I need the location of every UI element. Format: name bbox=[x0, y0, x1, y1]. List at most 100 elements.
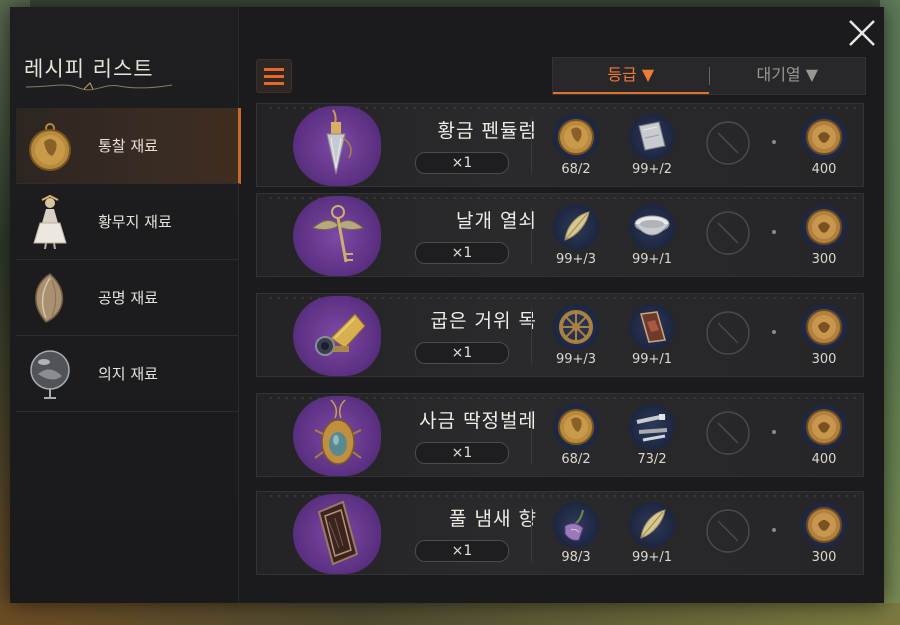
cost-slot: 400 bbox=[795, 110, 853, 186]
gold-coin-icon bbox=[558, 119, 594, 155]
separator-dot bbox=[772, 430, 776, 434]
cost-count: 300 bbox=[811, 352, 837, 367]
recipe-name: 풀 냄새 향 bbox=[449, 508, 537, 530]
recipe-row[interactable]: 황금 펜듈럼 ×1 68/2 99+/2 400 bbox=[256, 103, 864, 187]
material-count: 68/2 bbox=[561, 162, 591, 177]
pendulum-icon bbox=[326, 109, 352, 175]
row-separator bbox=[531, 506, 532, 562]
quantity-box[interactable]: ×1 bbox=[415, 342, 509, 364]
recipe-list-area: 등급 ▼ 대기열 ▼ 황금 펜듈럼 ×1 68/2 99+/2 400 날개 열… bbox=[256, 7, 866, 603]
recipe-name: 날개 열쇠 bbox=[456, 210, 537, 232]
recipe-row[interactable]: 굽은 거위 목 ×1 99+/3 99+/1 300 bbox=[256, 293, 864, 377]
list-icon-bar bbox=[264, 81, 284, 85]
sort-bar: 등급 ▼ 대기열 ▼ bbox=[552, 57, 866, 95]
separator-dot bbox=[772, 330, 776, 334]
separator-dot bbox=[772, 230, 776, 234]
material-slot[interactable]: 99+/1 bbox=[627, 300, 677, 376]
sidebar-item-label: 통찰 재료 bbox=[98, 137, 158, 155]
bowl-icon bbox=[634, 215, 670, 236]
material-slot[interactable]: 99+/1 bbox=[627, 498, 677, 574]
sidebar-item-label: 의지 재료 bbox=[98, 365, 158, 383]
recipe-row[interactable]: 사금 딱정벌레 ×1 68/2 73/2 400 bbox=[256, 393, 864, 477]
cost-coin-icon bbox=[806, 309, 842, 345]
row-separator bbox=[531, 308, 532, 364]
material-count: 99+/1 bbox=[631, 550, 673, 565]
seashell-icon bbox=[22, 270, 78, 326]
separator-dot bbox=[772, 140, 776, 144]
sidebar-item-label: 황무지 재료 bbox=[98, 213, 172, 231]
quantity-box[interactable]: ×1 bbox=[415, 242, 509, 264]
flower-bell-icon bbox=[564, 509, 584, 541]
empty-slot-icon bbox=[706, 121, 750, 165]
sort-tab-grade[interactable]: 등급 ▼ bbox=[553, 58, 709, 94]
empty-slot-icon bbox=[706, 211, 750, 255]
cost-slot: 300 bbox=[795, 300, 853, 376]
sidebar-item-will[interactable]: 의지 재료 bbox=[16, 336, 238, 412]
sidebar-item-insight[interactable]: 통찰 재료 bbox=[16, 108, 241, 184]
scarab-icon bbox=[314, 399, 362, 465]
cost-slot: 300 bbox=[795, 200, 853, 276]
material-slot[interactable]: 98/3 bbox=[551, 498, 601, 574]
cost-coin-icon bbox=[806, 507, 842, 543]
sidebar-item-resonance[interactable]: 공명 재료 bbox=[16, 260, 238, 336]
recipe-name: 황금 펜듈럼 bbox=[437, 120, 537, 142]
gold-coin-icon bbox=[558, 409, 594, 445]
material-count: 99+/1 bbox=[631, 252, 673, 267]
cost-count: 400 bbox=[811, 162, 837, 177]
sidebar-item-wasteland[interactable]: 황무지 재료 bbox=[16, 184, 238, 260]
material-slot[interactable]: 68/2 bbox=[551, 400, 601, 476]
list-icon-bar bbox=[264, 67, 284, 71]
material-count: 73/2 bbox=[637, 452, 667, 467]
material-count: 98/3 bbox=[561, 550, 591, 565]
material-count: 99+/3 bbox=[555, 252, 597, 267]
feather-icon bbox=[564, 211, 590, 241]
quantity-box[interactable]: ×1 bbox=[415, 152, 509, 174]
empty-slot-icon bbox=[706, 411, 750, 455]
material-slot[interactable]: 99+/3 bbox=[551, 300, 601, 376]
material-count: 99+/3 bbox=[555, 352, 597, 367]
material-slot[interactable]: 99+/2 bbox=[627, 110, 677, 186]
metal-plate-icon bbox=[638, 121, 666, 151]
recipe-row[interactable]: 풀 냄새 향 ×1 98/3 99+/1 300 bbox=[256, 491, 864, 575]
row-separator bbox=[531, 408, 532, 464]
cost-count: 300 bbox=[811, 252, 837, 267]
dress-figurine-icon bbox=[22, 194, 78, 250]
row-separator bbox=[531, 118, 532, 174]
cost-coin-icon bbox=[806, 209, 842, 245]
row-separator bbox=[531, 208, 532, 264]
quantity-box[interactable]: ×1 bbox=[415, 540, 509, 562]
title-flourish-decoration bbox=[25, 82, 173, 91]
cost-count: 400 bbox=[811, 452, 837, 467]
incense-box-icon bbox=[317, 500, 359, 566]
material-count: 68/2 bbox=[561, 452, 591, 467]
cost-coin-icon bbox=[806, 119, 842, 155]
glass-orb-icon bbox=[22, 346, 78, 402]
plaque-icon bbox=[640, 311, 666, 343]
material-slot[interactable]: 73/2 bbox=[627, 400, 677, 476]
material-slot[interactable]: 99+/3 bbox=[551, 200, 601, 276]
separator-dot bbox=[772, 528, 776, 532]
winged-key-icon bbox=[311, 205, 365, 263]
cost-coin-icon bbox=[806, 409, 842, 445]
empty-slot-icon bbox=[706, 311, 750, 355]
cost-count: 300 bbox=[811, 550, 837, 565]
recipe-row[interactable]: 날개 열쇠 ×1 99+/3 99+/1 300 bbox=[256, 193, 864, 277]
background-bottom bbox=[0, 603, 900, 625]
sidebar-item-label: 공명 재료 bbox=[98, 289, 158, 307]
goose-neck-icon bbox=[315, 313, 366, 356]
list-icon-bar bbox=[264, 74, 284, 78]
cost-slot: 300 bbox=[795, 498, 853, 574]
sort-tab-queue[interactable]: 대기열 ▼ bbox=[710, 58, 866, 94]
recipe-name: 사금 딱정벌레 bbox=[419, 410, 537, 432]
recipe-name: 굽은 거위 목 bbox=[430, 310, 537, 332]
quantity-box[interactable]: ×1 bbox=[415, 442, 509, 464]
material-slot[interactable]: 68/2 bbox=[551, 110, 601, 186]
material-count: 99+/1 bbox=[631, 352, 673, 367]
material-count: 99+/2 bbox=[631, 162, 673, 177]
cost-slot: 400 bbox=[795, 400, 853, 476]
list-view-button[interactable] bbox=[256, 59, 292, 93]
coin-medal-icon bbox=[22, 118, 78, 174]
material-slot[interactable]: 99+/1 bbox=[627, 200, 677, 276]
bolts-icon bbox=[636, 414, 668, 442]
sidebar: 레시피 리스트 통찰 재료 황무지 재료 공명 재료 의지 재료 bbox=[10, 7, 241, 603]
